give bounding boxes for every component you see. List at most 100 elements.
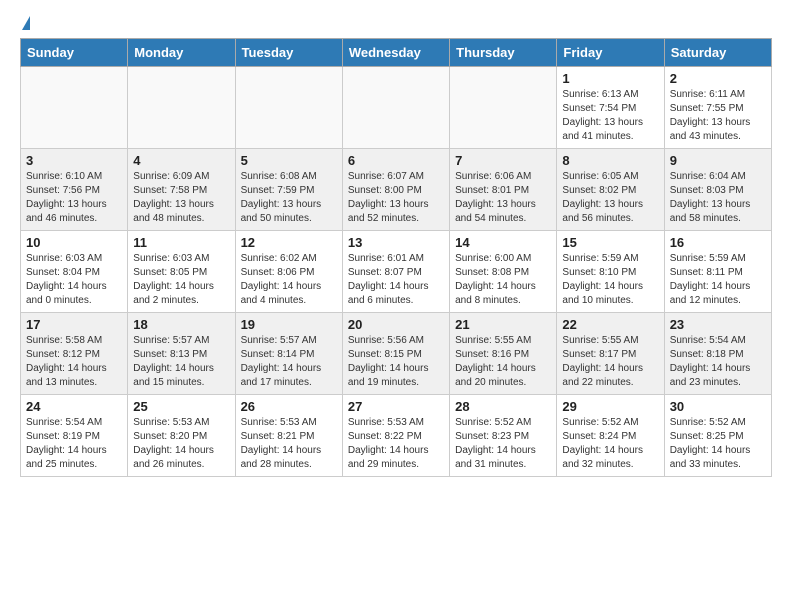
day-info: Sunrise: 5:57 AM Sunset: 8:14 PM Dayligh… (241, 334, 337, 390)
calendar-week-row: 1 Sunrise: 6:13 AM Sunset: 7:54 PM Daylig… (21, 67, 772, 149)
calendar-header-row: SundayMondayTuesdayWednesdayThursdayFrid… (21, 39, 772, 67)
calendar-week-row: 3 Sunrise: 6:10 AM Sunset: 7:56 PM Daylig… (21, 149, 772, 231)
calendar-cell: 24Sunrise: 5:54 AM Sunset: 8:19 PM Dayli… (21, 395, 128, 477)
day-number: 28 (455, 399, 551, 414)
day-info: Sunrise: 6:00 AM Sunset: 8:08 PM Dayligh… (455, 252, 551, 308)
calendar-cell (21, 67, 128, 149)
day-number: 6 (348, 153, 444, 168)
calendar-cell (342, 67, 449, 149)
day-number: 4 (133, 153, 229, 168)
calendar-week-row: 24Sunrise: 5:54 AM Sunset: 8:19 PM Dayli… (21, 395, 772, 477)
day-number: 27 (348, 399, 444, 414)
calendar-cell: 29 Sunrise: 5:52 AM Sunset: 8:24 PM Dayli… (557, 395, 664, 477)
day-info: Sunrise: 5:54 AM Sunset: 8:18 PM Dayligh… (670, 334, 766, 390)
calendar-cell: 23 Sunrise: 5:54 AM Sunset: 8:18 PM Dayli… (664, 313, 771, 395)
day-info: Sunrise: 6:09 AM Sunset: 7:58 PM Dayligh… (133, 170, 229, 226)
calendar-cell: 9 Sunrise: 6:04 AM Sunset: 8:03 PM Daylig… (664, 149, 771, 231)
calendar-cell: 12Sunrise: 6:02 AM Sunset: 8:06 PM Dayli… (235, 231, 342, 313)
day-number: 5 (241, 153, 337, 168)
col-header-thursday: Thursday (450, 39, 557, 67)
day-info: Sunrise: 6:01 AM Sunset: 8:07 PM Dayligh… (348, 252, 444, 308)
calendar-cell: 18Sunrise: 5:57 AM Sunset: 8:13 PM Dayli… (128, 313, 235, 395)
day-info: Sunrise: 6:08 AM Sunset: 7:59 PM Dayligh… (241, 170, 337, 226)
day-info: Sunrise: 6:10 AM Sunset: 7:56 PM Dayligh… (26, 170, 122, 226)
calendar-cell (128, 67, 235, 149)
day-info: Sunrise: 6:03 AM Sunset: 8:04 PM Dayligh… (26, 252, 122, 308)
day-number: 8 (562, 153, 658, 168)
calendar-cell: 8 Sunrise: 6:05 AM Sunset: 8:02 PM Daylig… (557, 149, 664, 231)
calendar-cell: 4 Sunrise: 6:09 AM Sunset: 7:58 PM Daylig… (128, 149, 235, 231)
day-info: Sunrise: 5:55 AM Sunset: 8:16 PM Dayligh… (455, 334, 551, 390)
day-info: Sunrise: 5:52 AM Sunset: 8:23 PM Dayligh… (455, 416, 551, 472)
day-info: Sunrise: 6:06 AM Sunset: 8:01 PM Dayligh… (455, 170, 551, 226)
day-info: Sunrise: 6:13 AM Sunset: 7:54 PM Dayligh… (562, 88, 658, 144)
col-header-monday: Monday (128, 39, 235, 67)
day-number: 11 (133, 235, 229, 250)
calendar-cell: 13 Sunrise: 6:01 AM Sunset: 8:07 PM Dayli… (342, 231, 449, 313)
day-info: Sunrise: 6:04 AM Sunset: 8:03 PM Dayligh… (670, 170, 766, 226)
day-number: 18 (133, 317, 229, 332)
col-header-sunday: Sunday (21, 39, 128, 67)
calendar-table: SundayMondayTuesdayWednesdayThursdayFrid… (20, 38, 772, 477)
day-number: 1 (562, 71, 658, 86)
day-number: 3 (26, 153, 122, 168)
calendar-cell (235, 67, 342, 149)
day-number: 25 (133, 399, 229, 414)
calendar-cell: 26 Sunrise: 5:53 AM Sunset: 8:21 PM Dayli… (235, 395, 342, 477)
calendar-cell: 1 Sunrise: 6:13 AM Sunset: 7:54 PM Daylig… (557, 67, 664, 149)
col-header-tuesday: Tuesday (235, 39, 342, 67)
calendar-cell: 27 Sunrise: 5:53 AM Sunset: 8:22 PM Dayli… (342, 395, 449, 477)
day-info: Sunrise: 5:55 AM Sunset: 8:17 PM Dayligh… (562, 334, 658, 390)
day-info: Sunrise: 5:58 AM Sunset: 8:12 PM Dayligh… (26, 334, 122, 390)
calendar-cell: 14 Sunrise: 6:00 AM Sunset: 8:08 PM Dayli… (450, 231, 557, 313)
day-number: 21 (455, 317, 551, 332)
day-info: Sunrise: 5:54 AM Sunset: 8:19 PM Dayligh… (26, 416, 122, 472)
header (20, 16, 772, 30)
day-number: 22 (562, 317, 658, 332)
day-number: 13 (348, 235, 444, 250)
calendar-cell: 11Sunrise: 6:03 AM Sunset: 8:05 PM Dayli… (128, 231, 235, 313)
day-number: 10 (26, 235, 122, 250)
calendar-cell: 10 Sunrise: 6:03 AM Sunset: 8:04 PM Dayli… (21, 231, 128, 313)
col-header-wednesday: Wednesday (342, 39, 449, 67)
day-number: 30 (670, 399, 766, 414)
day-number: 14 (455, 235, 551, 250)
day-info: Sunrise: 6:11 AM Sunset: 7:55 PM Dayligh… (670, 88, 766, 144)
day-number: 9 (670, 153, 766, 168)
col-header-friday: Friday (557, 39, 664, 67)
calendar-cell: 28 Sunrise: 5:52 AM Sunset: 8:23 PM Dayli… (450, 395, 557, 477)
day-number: 29 (562, 399, 658, 414)
calendar-cell: 7Sunrise: 6:06 AM Sunset: 8:01 PM Daylig… (450, 149, 557, 231)
day-number: 26 (241, 399, 337, 414)
day-info: Sunrise: 5:53 AM Sunset: 8:20 PM Dayligh… (133, 416, 229, 472)
day-info: Sunrise: 6:02 AM Sunset: 8:06 PM Dayligh… (241, 252, 337, 308)
calendar-cell: 3 Sunrise: 6:10 AM Sunset: 7:56 PM Daylig… (21, 149, 128, 231)
day-info: Sunrise: 5:52 AM Sunset: 8:25 PM Dayligh… (670, 416, 766, 472)
calendar-cell: 15 Sunrise: 5:59 AM Sunset: 8:10 PM Dayli… (557, 231, 664, 313)
day-number: 15 (562, 235, 658, 250)
calendar-cell: 17 Sunrise: 5:58 AM Sunset: 8:12 PM Dayli… (21, 313, 128, 395)
day-number: 19 (241, 317, 337, 332)
col-header-saturday: Saturday (664, 39, 771, 67)
day-info: Sunrise: 5:59 AM Sunset: 8:11 PM Dayligh… (670, 252, 766, 308)
day-info: Sunrise: 5:52 AM Sunset: 8:24 PM Dayligh… (562, 416, 658, 472)
calendar-cell: 16Sunrise: 5:59 AM Sunset: 8:11 PM Dayli… (664, 231, 771, 313)
day-number: 23 (670, 317, 766, 332)
day-number: 2 (670, 71, 766, 86)
day-info: Sunrise: 5:53 AM Sunset: 8:21 PM Dayligh… (241, 416, 337, 472)
calendar-cell: 19 Sunrise: 5:57 AM Sunset: 8:14 PM Dayli… (235, 313, 342, 395)
day-number: 20 (348, 317, 444, 332)
calendar-cell: 21 Sunrise: 5:55 AM Sunset: 8:16 PM Dayli… (450, 313, 557, 395)
calendar-cell (450, 67, 557, 149)
calendar-cell: 20Sunrise: 5:56 AM Sunset: 8:15 PM Dayli… (342, 313, 449, 395)
day-info: Sunrise: 5:53 AM Sunset: 8:22 PM Dayligh… (348, 416, 444, 472)
calendar-cell: 5 Sunrise: 6:08 AM Sunset: 7:59 PM Daylig… (235, 149, 342, 231)
logo-triangle-icon (22, 16, 30, 30)
calendar-cell: 6Sunrise: 6:07 AM Sunset: 8:00 PM Daylig… (342, 149, 449, 231)
day-info: Sunrise: 6:05 AM Sunset: 8:02 PM Dayligh… (562, 170, 658, 226)
calendar-week-row: 17 Sunrise: 5:58 AM Sunset: 8:12 PM Dayli… (21, 313, 772, 395)
calendar-cell: 2 Sunrise: 6:11 AM Sunset: 7:55 PM Daylig… (664, 67, 771, 149)
logo (20, 16, 30, 30)
day-info: Sunrise: 5:59 AM Sunset: 8:10 PM Dayligh… (562, 252, 658, 308)
day-number: 17 (26, 317, 122, 332)
